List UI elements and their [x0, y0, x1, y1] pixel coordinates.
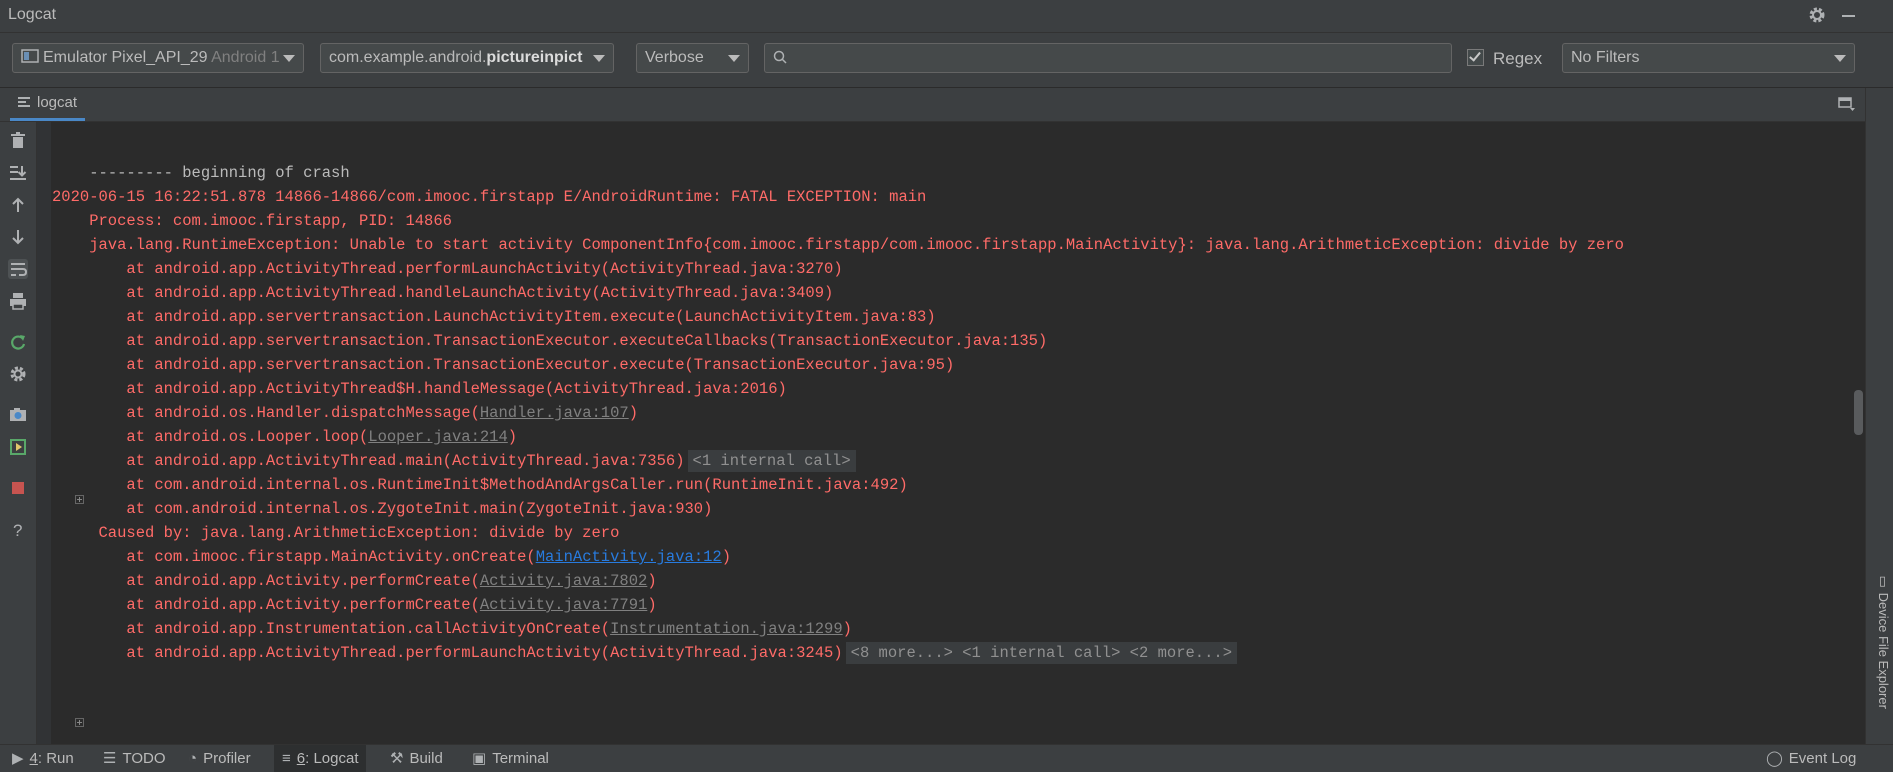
logcat-output[interactable]: --------- beginning of crash 2020-06-15 … — [52, 122, 1864, 744]
settings-gear-icon[interactable] — [8, 364, 28, 384]
folded-calls-tag[interactable]: <8 more...> <1 internal call> <2 more...… — [845, 642, 1238, 664]
chevron-down-icon — [1834, 55, 1846, 62]
restart-icon[interactable] — [8, 332, 28, 352]
log-level-value: Verbose — [645, 49, 704, 66]
chevron-down-icon — [728, 55, 740, 62]
log-line: at android.os.Looper.loop(Looper.java:21… — [52, 428, 518, 446]
chevron-down-icon — [593, 55, 605, 62]
source-link[interactable]: Looper.java:214 — [368, 428, 508, 446]
screen-record-icon[interactable] — [8, 437, 28, 457]
log-line: at com.imooc.firstapp.MainActivity.onCre… — [52, 548, 732, 566]
log-line: at android.app.servertransaction.LaunchA… — [52, 308, 936, 326]
device-android-version: Android 1 — [211, 49, 280, 66]
folded-calls-tag[interactable]: <1 internal call> — [687, 450, 856, 472]
list-icon: ☰ — [103, 750, 117, 767]
process-package-name: pictureinpict — [486, 49, 583, 66]
tab-event-log[interactable]: ◯ Event Log — [1766, 745, 1856, 772]
fold-gutter — [37, 122, 84, 744]
source-link[interactable]: MainActivity.java:12 — [536, 548, 722, 566]
play-icon: ▶ — [12, 750, 24, 767]
phone-icon: ▯ — [1876, 574, 1891, 589]
log-line: at android.os.Handler.dispatchMessage(Ha… — [52, 404, 639, 422]
log-line: Caused by: java.lang.ArithmeticException… — [52, 524, 620, 542]
tab-run[interactable]: ▶ 4: Run — [12, 745, 74, 772]
log-lines-icon — [18, 97, 30, 107]
soft-wrap-icon[interactable] — [8, 259, 28, 279]
search-input[interactable] — [795, 46, 1439, 72]
log-line: at com.android.internal.os.ZygoteInit.ma… — [52, 500, 713, 518]
chevron-down-icon — [283, 55, 295, 62]
log-line: at android.app.Activity.performCreate(Ac… — [52, 596, 657, 614]
screen-capture-icon[interactable] — [8, 405, 28, 425]
source-link[interactable]: Activity.java:7791 — [480, 596, 647, 614]
emulator-device-icon — [21, 49, 39, 63]
log-line: at android.app.ActivityThread$H.handleMe… — [52, 380, 787, 398]
process-selector[interactable]: com.example.android.pictureinpict — [320, 43, 614, 73]
scroll-to-end-icon[interactable] — [8, 163, 28, 183]
tab-build[interactable]: ⚒ Build — [390, 745, 443, 772]
filter-value: No Filters — [1571, 49, 1640, 66]
process-package-prefix: com.example.android. — [329, 49, 487, 66]
source-link[interactable]: Activity.java:7802 — [480, 572, 647, 590]
regex-checkbox[interactable]: Regex — [1467, 49, 1542, 69]
terminal-icon: ▣ — [472, 750, 487, 767]
tab-logcat[interactable]: logcat — [10, 88, 86, 121]
search-field[interactable] — [764, 43, 1452, 73]
log-line: at com.android.internal.os.RuntimeInit$M… — [52, 476, 908, 494]
log-lines-icon: ≡ — [282, 750, 291, 767]
vertical-scrollbar-thumb[interactable] — [1854, 390, 1863, 435]
device-selector[interactable]: Emulator Pixel_API_29 Android 1 — [12, 43, 304, 73]
log-line: at android.app.ActivityThread.performLau… — [52, 641, 1238, 665]
log-line: at android.app.servertransaction.Transac… — [52, 356, 955, 374]
window-title: Logcat — [8, 6, 57, 23]
log-line: java.lang.RuntimeException: Unable to st… — [52, 236, 1624, 254]
gauge-icon: ◔ — [188, 750, 198, 767]
device-name: Emulator Pixel_API_29 — [43, 49, 208, 66]
device-file-explorer-tab[interactable]: ▯ Device File Explorer — [1871, 574, 1891, 724]
regex-label: Regex — [1493, 49, 1543, 68]
tool-window-header: Logcat — [0, 0, 1893, 33]
layout-options-icon[interactable] — [1838, 96, 1856, 112]
source-link[interactable]: Instrumentation.java:1299 — [610, 620, 843, 638]
help-icon[interactable]: ? — [8, 520, 28, 540]
logcat-side-toolbar: ? — [0, 122, 37, 744]
tab-terminal[interactable]: ▣ Terminal — [472, 745, 549, 772]
minimize-icon[interactable] — [1842, 15, 1855, 17]
log-level-selector[interactable]: Verbose — [636, 43, 749, 73]
print-icon[interactable] — [8, 291, 28, 311]
log-line: at android.app.servertransaction.Transac… — [52, 332, 1048, 350]
clear-logcat-icon[interactable] — [8, 131, 28, 151]
search-icon — [773, 50, 787, 64]
tab-bar: logcat — [0, 88, 1893, 122]
log-line: at android.app.ActivityThread.handleLaun… — [52, 284, 834, 302]
tab-logcat-bottom[interactable]: ≡ 6: Logcat — [274, 745, 367, 772]
arrow-up-icon[interactable] — [8, 195, 28, 215]
log-line: 2020-06-15 16:22:51.878 14866-14866/com.… — [52, 188, 927, 206]
logcat-toolbar: Emulator Pixel_API_29 Android 1 com.exam… — [0, 33, 1893, 87]
checkbox-checked-icon — [1467, 49, 1484, 66]
log-line: --------- beginning of crash — [89, 164, 350, 182]
log-line: at android.app.ActivityThread.main(Activ… — [52, 449, 856, 473]
source-link[interactable]: Handler.java:107 — [480, 404, 629, 422]
tab-todo[interactable]: ☰ TODO — [103, 745, 166, 772]
tab-profiler[interactable]: ◔ Profiler — [188, 745, 251, 772]
stop-icon[interactable] — [8, 478, 28, 498]
log-line: Process: com.imooc.firstapp, PID: 14866 — [52, 212, 452, 230]
speech-bubble-icon: ◯ — [1766, 750, 1783, 767]
svg-text:?: ? — [13, 521, 22, 540]
tab-label: logcat — [37, 94, 78, 111]
log-line: at android.app.Instrumentation.callActiv… — [52, 620, 852, 638]
arrow-down-icon[interactable] — [8, 227, 28, 247]
device-file-explorer-label: Device File Explorer — [1876, 592, 1891, 709]
log-line: at android.app.Activity.performCreate(Ac… — [52, 572, 657, 590]
bottom-tool-bar: ▶ 4: Run ☰ TODO ◔ Profiler ≡ 6: Logcat ⚒ Buil… — [0, 744, 1893, 772]
hammer-icon: ⚒ — [390, 750, 404, 767]
filter-selector[interactable]: No Filters — [1562, 43, 1855, 73]
log-line: at android.app.ActivityThread.performLau… — [52, 260, 843, 278]
gear-icon[interactable] — [1807, 5, 1827, 25]
